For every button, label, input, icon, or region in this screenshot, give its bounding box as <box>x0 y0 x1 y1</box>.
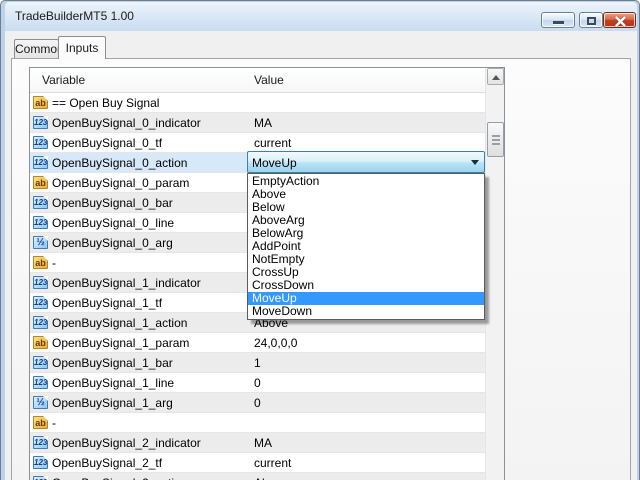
combobox-dropdown-button[interactable] <box>466 152 484 172</box>
parameter-row[interactable]: 123 OpenBuySignal_2_action Above <box>30 473 485 480</box>
parameter-name: - <box>52 256 56 270</box>
close-button[interactable] <box>603 12 636 28</box>
parameter-name: OpenBuySignal_1_tf <box>52 296 163 310</box>
parameter-row[interactable]: ab OpenBuySignal_1_param 24,0,0,0 <box>30 333 485 353</box>
parameter-row[interactable]: 123 OpenBuySignal_1_line 0 <box>30 373 485 393</box>
maximize-icon <box>587 17 596 25</box>
parameter-row[interactable]: 123 OpenBuySignal_1_bar 1 <box>30 353 485 373</box>
action-dropdown-list: EmptyAction Above Below AboveArg BelowArg Add… <box>247 173 485 320</box>
parameter-name: OpenBuySignal_1_bar <box>52 356 173 370</box>
parameter-value[interactable]: 0 <box>254 396 261 410</box>
parameter-name: OpenBuySignal_0_line <box>52 216 175 230</box>
window-frame: TradeBuilderMT5 1.00 Common Inputs Varia… <box>0 0 640 480</box>
integer-param-icon: 123 <box>33 376 48 389</box>
double-param-icon: ½ <box>33 396 48 409</box>
integer-param-icon: 123 <box>33 316 48 329</box>
string-param-icon: ab <box>33 416 48 429</box>
parameter-name: OpenBuySignal_0_param <box>52 176 190 190</box>
tab-inputs[interactable]: Inputs <box>58 36 106 59</box>
parameter-value[interactable]: 1 <box>254 356 261 370</box>
parameter-name: == Open Buy Signal <box>52 96 160 110</box>
parameter-row[interactable]: ab == Open Buy Signal <box>30 93 485 113</box>
string-param-icon: ab <box>33 176 48 189</box>
minimize-icon <box>553 21 564 24</box>
action-combobox[interactable]: MoveUp <box>247 151 485 173</box>
parameter-value[interactable]: MA <box>254 436 272 450</box>
chevron-down-icon <box>471 160 479 165</box>
grid-header: Variable Value <box>30 68 485 93</box>
integer-param-icon: 123 <box>33 196 48 209</box>
integer-param-icon: 123 <box>33 156 48 169</box>
integer-param-icon: 123 <box>33 276 48 289</box>
integer-param-icon: 123 <box>33 476 48 480</box>
parameter-name: OpenBuySignal_1_line <box>52 376 175 390</box>
titlebar[interactable]: TradeBuilderMT5 1.00 <box>5 2 637 31</box>
close-icon <box>614 15 627 30</box>
string-param-icon: ab <box>33 336 48 349</box>
tab-common[interactable]: Common <box>14 39 64 59</box>
string-param-icon: ab <box>33 256 48 269</box>
double-param-icon: ½ <box>33 236 48 249</box>
scrollbar-up-button[interactable] <box>487 68 504 85</box>
parameter-value[interactable]: 0 <box>254 376 261 390</box>
parameter-value[interactable]: Above <box>254 476 288 480</box>
parameter-value[interactable]: MA <box>254 116 272 130</box>
parameter-row[interactable]: 123 OpenBuySignal_0_indicator MA <box>30 113 485 133</box>
parameter-value[interactable]: 24,0,0,0 <box>254 336 297 350</box>
parameter-row[interactable]: 123 OpenBuySignal_2_indicator MA <box>30 433 485 453</box>
integer-param-icon: 123 <box>33 116 48 129</box>
parameter-row[interactable]: 123 OpenBuySignal_0_tf current <box>30 133 485 153</box>
integer-param-icon: 123 <box>33 456 48 469</box>
combobox-value: MoveUp <box>252 156 297 170</box>
scroll-up-icon <box>492 75 500 80</box>
parameter-name: OpenBuySignal_1_param <box>52 336 190 350</box>
parameter-value[interactable]: current <box>254 136 291 150</box>
parameter-row[interactable]: ½ OpenBuySignal_1_arg 0 <box>30 393 485 413</box>
parameter-name: OpenBuySignal_0_bar <box>52 196 173 210</box>
integer-param-icon: 123 <box>33 216 48 229</box>
parameter-row[interactable]: 123 OpenBuySignal_2_tf current <box>30 453 485 473</box>
parameter-name: OpenBuySignal_1_action <box>52 316 188 330</box>
integer-param-icon: 123 <box>33 136 48 149</box>
scrollbar-grip-icon <box>492 135 500 137</box>
parameter-name: OpenBuySignal_0_tf <box>52 136 163 150</box>
integer-param-icon: 123 <box>33 296 48 309</box>
scrollbar-thumb[interactable] <box>487 122 504 157</box>
parameter-name: OpenBuySignal_0_action <box>52 156 188 170</box>
parameter-name: - <box>52 416 56 430</box>
parameter-name: OpenBuySignal_0_arg <box>52 236 173 250</box>
integer-param-icon: 123 <box>33 356 48 369</box>
maximize-button[interactable] <box>579 12 603 28</box>
parameter-value[interactable]: current <box>254 456 291 470</box>
minimize-button[interactable] <box>541 12 575 28</box>
parameter-name: OpenBuySignal_1_arg <box>52 396 173 410</box>
window-title: TradeBuilderMT5 1.00 <box>15 9 134 23</box>
parameter-name: OpenBuySignal_2_tf <box>52 456 163 470</box>
integer-param-icon: 123 <box>33 436 48 449</box>
vertical-scrollbar[interactable] <box>485 68 504 480</box>
parameter-name: OpenBuySignal_0_indicator <box>52 116 201 130</box>
string-param-icon: ab <box>33 96 48 109</box>
parameter-name: OpenBuySignal_2_action <box>52 476 187 480</box>
parameter-name: OpenBuySignal_1_indicator <box>52 276 201 290</box>
column-header-variable: Variable <box>42 73 86 87</box>
parameter-name: OpenBuySignal_2_indicator <box>52 436 201 450</box>
parameter-row[interactable]: ab - <box>30 413 485 433</box>
column-header-value: Value <box>254 73 284 87</box>
dropdown-item[interactable]: MoveDown <box>248 305 484 318</box>
